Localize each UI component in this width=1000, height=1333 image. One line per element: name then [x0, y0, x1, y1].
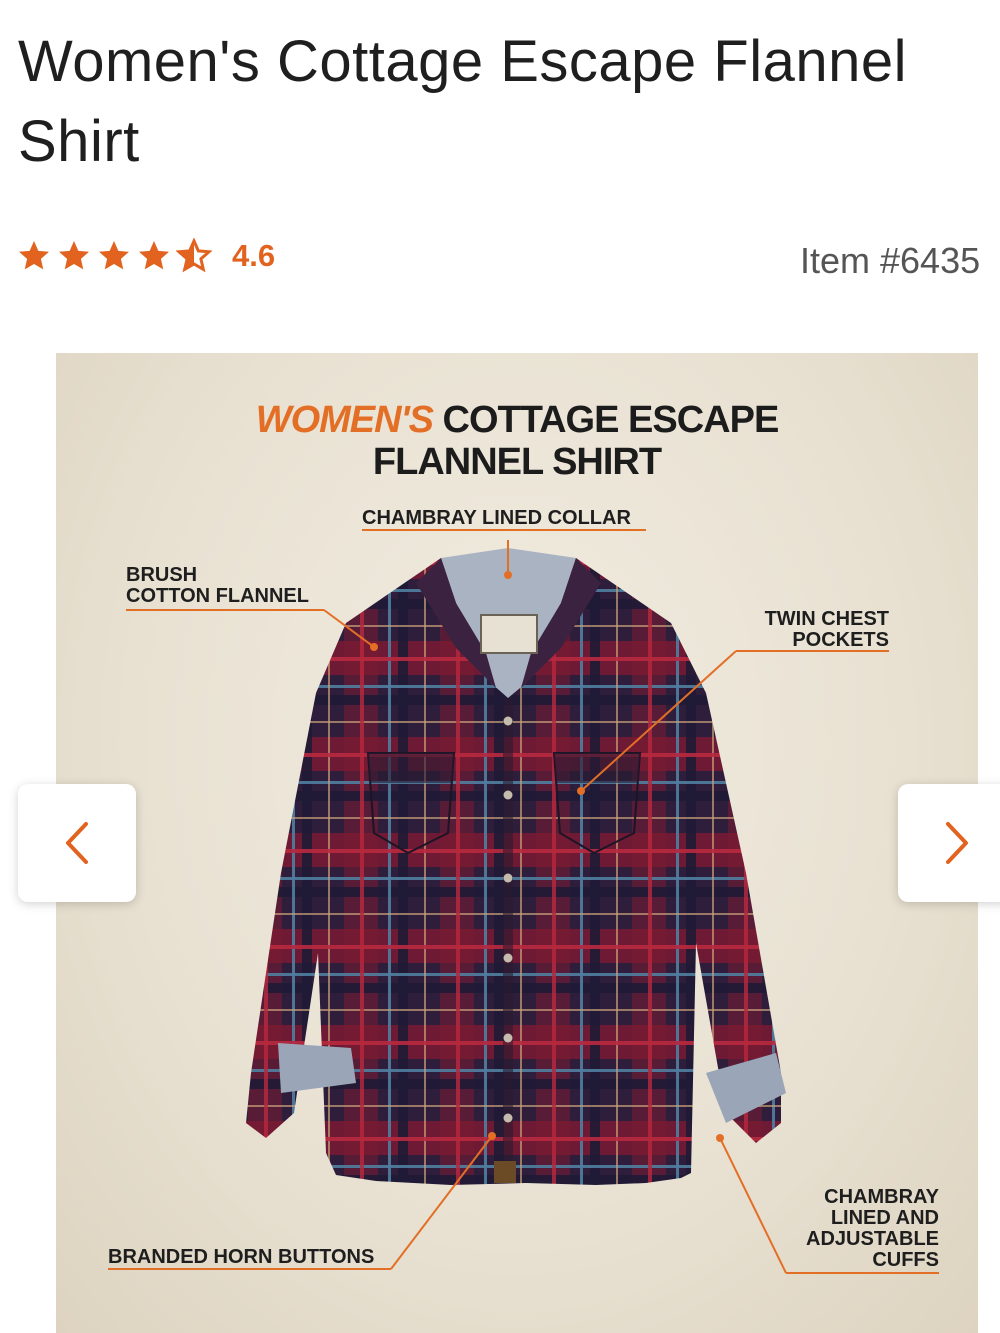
- rating-stars: [16, 238, 212, 274]
- next-image-button[interactable]: [898, 784, 1000, 902]
- hero-title-line1: COTTAGE ESCAPE: [442, 399, 780, 441]
- item-number: Item #6435: [800, 240, 981, 281]
- chevron-right-icon: [946, 822, 968, 864]
- star-icon: [96, 238, 132, 274]
- callout-brush-flannel: BRUSH COTTON FLANNEL: [126, 564, 309, 607]
- product-title: Women's Cottage Escape Flannel Shirt: [18, 29, 908, 174]
- callout-collar: CHAMBRAY LINED COLLAR: [362, 507, 631, 529]
- hero-title: WOMEN'S COTTAGE ESCAPE FLANNEL SHIRT: [56, 399, 978, 483]
- product-image[interactable]: WOMEN'S COTTAGE ESCAPE FLANNEL SHIRT CHA…: [56, 353, 978, 1333]
- chevron-left-icon: [66, 822, 88, 864]
- star-half-icon: [176, 238, 212, 274]
- rating-value: 4.6: [232, 238, 276, 273]
- star-icon: [136, 238, 172, 274]
- callout-horn-buttons: BRANDED HORN BUTTONS: [108, 1246, 375, 1268]
- hero-title-accent: WOMEN'S: [255, 399, 434, 441]
- callout-cuffs: CHAMBRAY LINED AND ADJUSTABLE CUFFS: [806, 1186, 939, 1271]
- star-icon: [56, 238, 92, 274]
- callout-chest-pockets: TWIN CHEST POCKETS: [764, 608, 889, 651]
- hero-title-line2: FLANNEL SHIRT: [372, 441, 662, 483]
- rating-row[interactable]: 4.6: [16, 238, 275, 274]
- star-icon: [16, 238, 52, 274]
- previous-image-button[interactable]: [18, 784, 136, 902]
